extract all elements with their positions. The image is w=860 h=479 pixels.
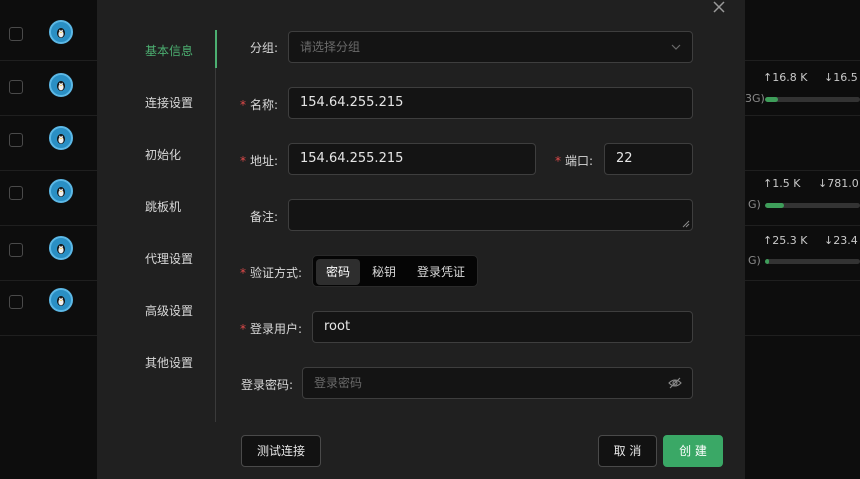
test-connection-button[interactable]: 测试连接 <box>241 435 321 467</box>
group-select-placeholder: 请选择分组 <box>300 40 361 54</box>
resize-handle-icon[interactable] <box>682 220 690 228</box>
name-label: * 名称: <box>240 96 278 113</box>
memory-label: 3G) <box>745 92 765 105</box>
close-icon[interactable] <box>709 0 729 18</box>
user-input[interactable]: root <box>312 311 693 343</box>
linux-icon <box>49 236 73 260</box>
address-label-text: 地址: <box>250 154 279 168</box>
password-input[interactable]: 登录密码 <box>302 367 693 399</box>
add-host-dialog: 基本信息 连接设置 初始化 跳板机 代理设置 高级设置 其他设置 分组: 请选择… <box>97 0 745 479</box>
chevron-down-icon <box>671 44 681 50</box>
auth-option-key[interactable]: 秘钥 <box>364 259 404 285</box>
remark-label: 备注: <box>250 210 279 224</box>
nav-divider <box>215 30 216 422</box>
linux-icon <box>49 73 73 97</box>
linux-icon <box>49 179 73 203</box>
row-checkbox[interactable] <box>9 243 23 257</box>
linux-icon <box>49 20 73 44</box>
group-label: 分组: <box>250 41 279 55</box>
user-label: * 登录用户: <box>240 320 302 337</box>
required-mark: * <box>555 154 561 168</box>
usage-bar-fill <box>765 97 779 102</box>
remark-textarea[interactable] <box>288 199 693 231</box>
auth-option-credential[interactable]: 登录凭证 <box>408 259 474 285</box>
usage-bar <box>765 203 860 208</box>
download-rate: ↓781.0 <box>818 177 859 190</box>
nav-item-init[interactable]: 初始化 <box>145 146 181 163</box>
download-rate: ↓16.5 <box>824 71 858 84</box>
nav-item-other[interactable]: 其他设置 <box>145 354 193 371</box>
address-label: * 地址: <box>240 152 278 169</box>
upload-rate: ↑1.5 K <box>763 177 801 190</box>
group-select[interactable]: 请选择分组 <box>288 31 693 63</box>
name-label-text: 名称: <box>250 98 279 112</box>
create-button[interactable]: 创 建 <box>663 435 723 467</box>
memory-label: G) <box>748 254 761 267</box>
linux-icon <box>49 288 73 312</box>
required-mark: * <box>240 154 246 168</box>
required-mark: * <box>240 322 246 336</box>
eye-off-icon[interactable] <box>668 376 682 390</box>
name-input[interactable]: 154.64.255.215 <box>288 87 693 119</box>
nav-item-proxy[interactable]: 代理设置 <box>145 250 193 267</box>
nav-active-indicator <box>215 30 217 68</box>
address-input[interactable]: 154.64.255.215 <box>288 143 536 175</box>
upload-rate: ↑16.8 K <box>763 71 808 84</box>
required-mark: * <box>240 98 246 112</box>
nav-item-advanced[interactable]: 高级设置 <box>145 302 193 319</box>
password-placeholder: 登录密码 <box>314 376 363 390</box>
port-input[interactable]: 22 <box>604 143 693 175</box>
row-checkbox[interactable] <box>9 27 23 41</box>
usage-bar-fill <box>765 203 784 208</box>
nav-item-jump-host[interactable]: 跳板机 <box>145 198 181 215</box>
linux-icon <box>49 126 73 150</box>
nav-item-connection[interactable]: 连接设置 <box>145 94 193 111</box>
row-checkbox[interactable] <box>9 133 23 147</box>
download-rate: ↓23.4 <box>824 234 858 247</box>
memory-label: G) <box>748 198 761 211</box>
nav-item-basic-info[interactable]: 基本信息 <box>145 42 193 59</box>
usage-bar-fill <box>765 259 769 264</box>
cancel-button[interactable]: 取 消 <box>598 435 657 467</box>
port-label: * 端口: <box>555 152 593 169</box>
row-checkbox[interactable] <box>9 80 23 94</box>
upload-rate: ↑25.3 K <box>763 234 808 247</box>
required-mark: * <box>240 266 246 280</box>
user-label-text: 登录用户: <box>250 322 303 336</box>
usage-bar <box>765 97 860 102</box>
auth-label: * 验证方式: <box>240 264 302 281</box>
password-label: 登录密码: <box>241 378 294 392</box>
row-checkbox[interactable] <box>9 186 23 200</box>
usage-bar <box>765 259 860 264</box>
auth-label-text: 验证方式: <box>250 266 303 280</box>
auth-method-segmented: 密码 秘钥 登录凭证 <box>312 255 478 287</box>
port-label-text: 端口: <box>565 154 594 168</box>
row-checkbox[interactable] <box>9 295 23 309</box>
auth-option-password[interactable]: 密码 <box>316 259 360 285</box>
